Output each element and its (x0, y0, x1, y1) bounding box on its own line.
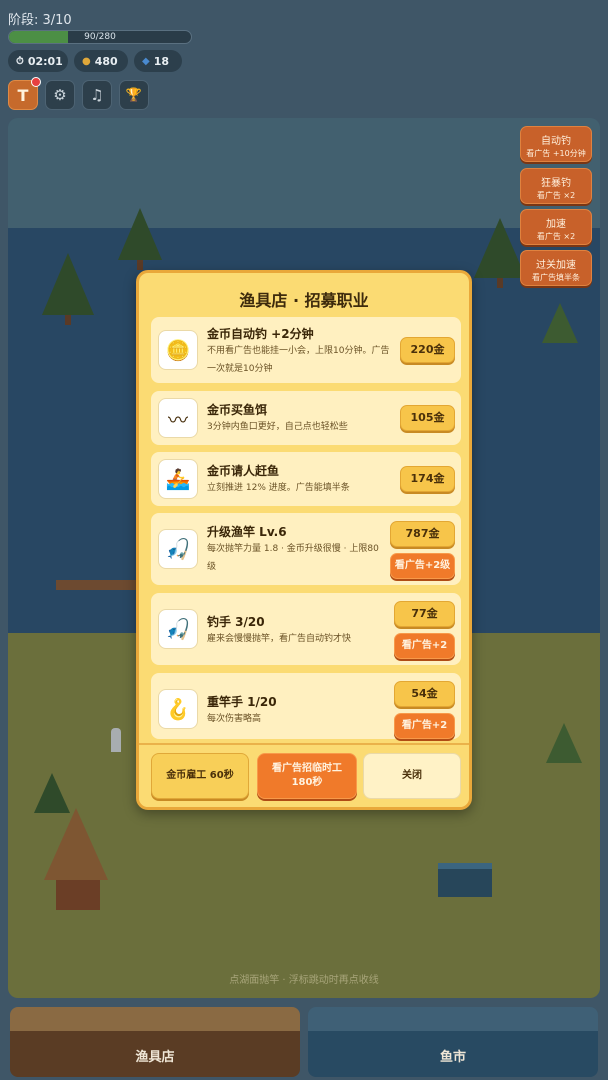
gear-icon: ⚙ (53, 86, 67, 104)
pine-tree (546, 723, 582, 763)
fisher-hand-icon: 🎣 (158, 609, 198, 649)
modal-footer: 金币雇工 60秒 看广告招临时工 180秒 关闭 (139, 743, 469, 807)
buy-auto-fish-button[interactable]: 220金 (400, 337, 455, 363)
pine-tree (474, 218, 526, 278)
item-name: 重竿手 1/20 (207, 695, 277, 709)
item-desc: 每次伤害略高 (207, 714, 262, 724)
pine-tree (542, 303, 578, 343)
fish-value: 18 (153, 54, 170, 68)
timer-pill: ⏱ 02:01 (8, 50, 68, 72)
pine-tree (42, 253, 94, 315)
boat-helper-icon: 🚣 (158, 459, 198, 499)
hire-heavy-rod-ad-button[interactable]: 看广告+2 (394, 713, 455, 739)
item-desc: 不用看广告也能挂一小会，上限10分钟。广告一次就是10分钟 (207, 346, 390, 374)
shop-item: 〰 金币买鱼饵 3分钟内鱼口更好，自己点也轻松些 105金 (151, 391, 461, 445)
side-button-sub: 看广告填半条 (532, 273, 580, 282)
tree-trunk (497, 278, 503, 288)
tab-market[interactable]: 鱼市 (308, 1007, 598, 1077)
upgrade-rod-button[interactable]: 787金 (390, 521, 455, 547)
tab-shop-label: 渔具店 (135, 1050, 175, 1065)
pine-tree (34, 773, 70, 813)
shop-item: 🎣 钓手 3/20 雇来会慢慢抛竿，看广告自动钓才快 77金 看广告+2 (151, 593, 461, 665)
tab-top (10, 1007, 300, 1031)
progress-text: 90/280 (84, 32, 116, 42)
coins-value: 480 (94, 54, 118, 68)
auto-fish-boost-button[interactable]: 自动钓 看广告 +10分钟 (520, 126, 592, 162)
ad-hire-button[interactable]: 看广告招临时工 180秒 (257, 753, 357, 799)
tab-market-label: 鱼市 (439, 1050, 466, 1065)
close-button[interactable]: 关闭 (363, 753, 461, 799)
upgrade-rod-ad-button[interactable]: 看广告+2级 (390, 553, 455, 579)
coin-hire-button[interactable]: 金币雇工 60秒 (151, 753, 249, 799)
side-button-title: 加速 (546, 219, 566, 230)
wooden-dock (56, 580, 146, 590)
hook-icon: 🪝 (158, 689, 198, 729)
tree-trunk (65, 315, 71, 325)
ad-hire-line2: 180秒 (291, 777, 323, 788)
stage-boost-button[interactable]: 过关加速 看广告填半条 (520, 250, 592, 286)
frenzy-fish-boost-button[interactable]: 狂暴钓 看广告 ×2 (520, 168, 592, 204)
t-badge-icon: T (17, 85, 29, 105)
side-button-title: 自动钓 (541, 136, 571, 147)
item-name: 钓手 3/20 (207, 615, 265, 629)
buy-chaser-button[interactable]: 174金 (400, 466, 455, 492)
item-name: 金币自动钓 +2分钟 (207, 327, 314, 341)
item-desc: 立刻推进 12% 进度。广告能填半条 (207, 483, 350, 493)
side-button-sub: 看广告 ×2 (536, 191, 576, 200)
shop-item: 🎣 升级渔竿 Lv.6 每次抛竿力量 1.8 · 金币升级很慢 · 上限80级 … (151, 513, 461, 585)
pine-tree (118, 208, 162, 260)
trophy-icon: 🏆 (125, 87, 143, 103)
item-name: 金币请人赶鱼 (207, 464, 280, 478)
worm-bait-icon: 〰 (158, 398, 198, 438)
tree-trunk (137, 260, 143, 270)
settings-button[interactable]: ⚙ (45, 80, 75, 110)
ad-hire-line1: 看广告招临时工 (272, 763, 342, 774)
coin-icon: ● (82, 55, 91, 67)
hut (56, 880, 100, 910)
coins-pill: ● 480 (74, 50, 128, 72)
tab-top (308, 1007, 598, 1031)
item-name: 金币买鱼饵 (207, 403, 268, 417)
side-button-sub: 看广告 ×2 (536, 232, 576, 241)
scene-hint: 点湖面抛竿 · 浮标跳动时再点收线 (229, 975, 379, 986)
music-button[interactable]: ♫ (82, 80, 112, 110)
side-button-sub: 看广告 +10分钟 (526, 149, 586, 158)
music-icon: ♫ (90, 86, 104, 104)
modal-title: 渔具店 · 招募职业 (239, 291, 369, 310)
hire-heavy-rod-button[interactable]: 54金 (394, 681, 455, 707)
shop-item: 🚣 金币请人赶鱼 立刻推进 12% 进度。广告能填半条 174金 (151, 452, 461, 506)
stage-label: 阶段: 3/10 (8, 13, 72, 28)
t-badge-button[interactable]: T (8, 77, 41, 110)
stone-marker (111, 728, 121, 752)
stage-progress-bar: 90/280 (8, 30, 192, 44)
buy-bait-button[interactable]: 105金 (400, 405, 455, 431)
far-shore (8, 118, 600, 228)
item-desc: 每次抛竿力量 1.8 · 金币升级很慢 · 上限80级 (207, 544, 379, 572)
timer-value: 02:01 (27, 54, 63, 68)
item-name: 升级渔竿 Lv.6 (207, 525, 287, 539)
side-button-title: 狂暴钓 (541, 178, 571, 189)
fish-pill: ◆ 18 (134, 50, 182, 72)
hire-fisher-ad-button[interactable]: 看广告+2 (394, 633, 455, 659)
item-desc: 3分钟内鱼口更好，自己点也轻松些 (207, 422, 348, 432)
shop-item: 🪙 金币自动钓 +2分钟 不用看广告也能挂一小会，上限10分钟。广告一次就是10… (151, 317, 461, 383)
side-button-title: 过关加速 (536, 260, 576, 271)
trophy-button[interactable]: 🏆 (119, 80, 149, 110)
shop-modal: 渔具店 · 招募职业 🪙 金币自动钓 +2分钟 不用看广告也能挂一小会，上限10… (136, 270, 472, 810)
shop-item: 🪝 重竿手 1/20 每次伤害略高 54金 看广告+2 (151, 673, 461, 739)
hut-roof (44, 808, 108, 880)
item-desc: 雇来会慢慢抛竿，看广告自动钓才快 (207, 634, 352, 644)
speed-boost-button[interactable]: 加速 看广告 ×2 (520, 209, 592, 245)
fish-icon: ◆ (142, 55, 150, 67)
tab-shop[interactable]: 渔具店 (10, 1007, 300, 1077)
stopwatch-icon: ⏱ (16, 55, 24, 67)
fishing-rod-icon: 🎣 (158, 529, 198, 569)
hire-fisher-button[interactable]: 77金 (394, 601, 455, 627)
fish-crate (438, 863, 492, 897)
gold-coin-icon: 🪙 (158, 330, 198, 370)
notification-dot (31, 77, 41, 87)
